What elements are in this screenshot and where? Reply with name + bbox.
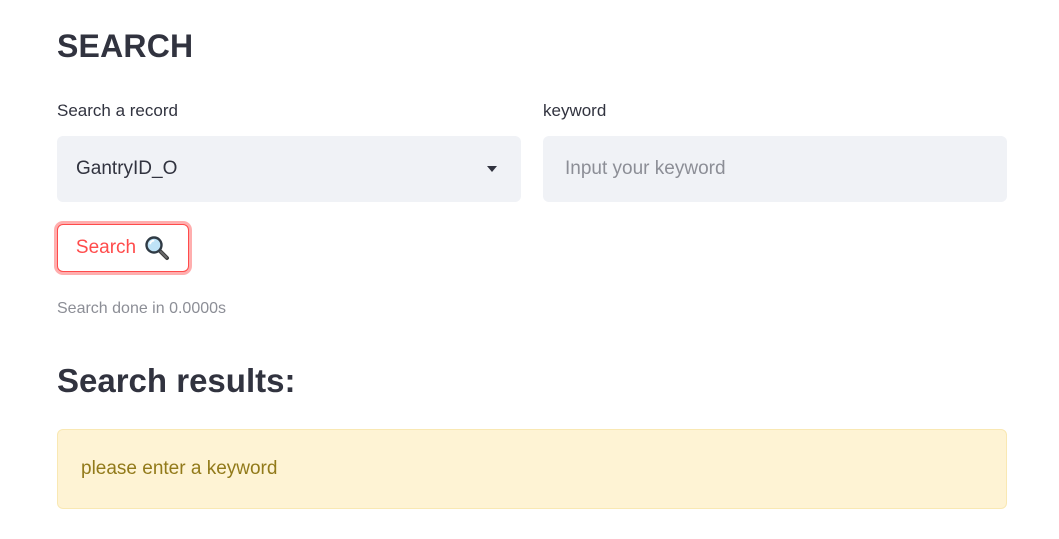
record-select-label: Search a record xyxy=(57,101,178,120)
warning-alert: please enter a keyword xyxy=(57,429,1007,509)
search-button-label: Search xyxy=(75,237,137,258)
chevron-down-icon[interactable] xyxy=(487,166,497,172)
search-button[interactable]: Search xyxy=(57,224,189,272)
record-select[interactable]: GantryID_O xyxy=(57,136,521,202)
warning-message: please enter a keyword xyxy=(81,458,278,479)
results-heading: Search results: xyxy=(57,362,296,399)
keyword-label: keyword xyxy=(543,101,607,120)
magnifier-icon xyxy=(145,236,170,260)
keyword-input[interactable] xyxy=(543,136,1007,202)
page-title: SEARCH xyxy=(57,28,194,64)
search-page: SEARCH Search a record keyword GantryID_… xyxy=(0,0,1059,539)
record-select-value: GantryID_O xyxy=(76,158,178,179)
search-status-text: Search done in 0.0000s xyxy=(57,300,227,317)
